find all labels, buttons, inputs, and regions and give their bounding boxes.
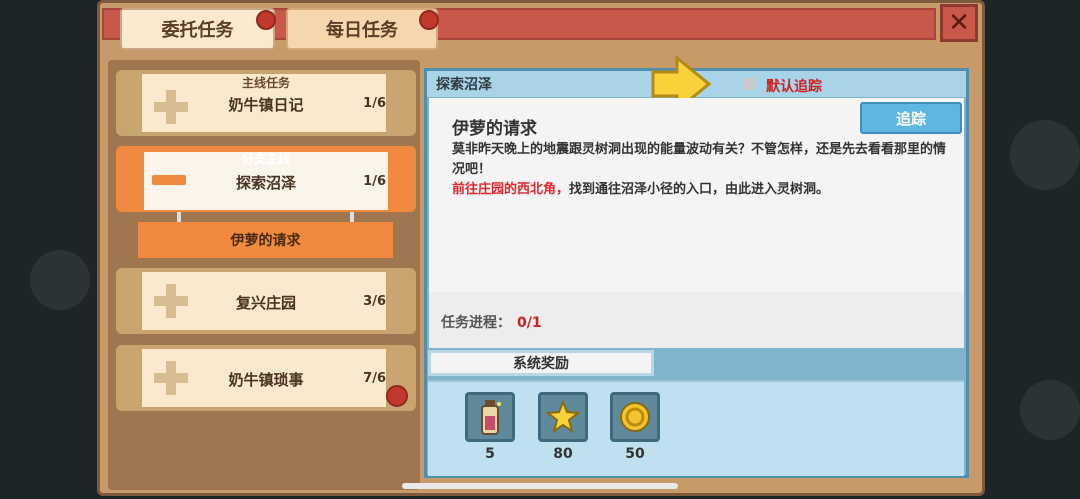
- reward-count: 5: [485, 446, 495, 462]
- star-icon: [546, 400, 580, 434]
- detail-header-title: 探索沼泽: [436, 77, 492, 93]
- quest-item[interactable]: 复兴庄园 3/6: [116, 268, 416, 334]
- progress-label: 任务进程：: [441, 315, 511, 331]
- quest-count: 7/6: [363, 371, 386, 386]
- notification-dot: [386, 385, 408, 407]
- tab-label: 委托任务: [161, 20, 234, 41]
- notification-dot: [256, 10, 276, 30]
- reward-count: 80: [553, 446, 573, 462]
- quest-count: 1/6: [363, 174, 386, 189]
- notification-dot: [419, 10, 439, 30]
- scrollbar[interactable]: [402, 483, 678, 489]
- quest-progress: 任务进程： 0/1: [441, 312, 542, 332]
- connector: [177, 212, 181, 222]
- reward-tab[interactable]: 系统奖励: [428, 350, 654, 376]
- description-highlight: 前往庄园的西北角，: [452, 182, 570, 197]
- sub-quest-label: 伊萝的请求: [230, 233, 301, 249]
- background-bush: [1010, 120, 1080, 190]
- potion-bottle-icon: [481, 400, 501, 435]
- default-track-label: 默认追踪: [766, 79, 822, 95]
- quest-item[interactable]: 奶牛镇琐事 7/6: [116, 345, 416, 411]
- quest-item-selected[interactable]: 分支主线 探索沼泽 1/6: [116, 146, 416, 212]
- connector: [350, 212, 354, 222]
- tab-daily-quests[interactable]: 每日任务: [286, 8, 438, 50]
- close-button[interactable]: ✕: [940, 4, 978, 42]
- reward-item[interactable]: [465, 392, 515, 442]
- default-track-checkbox[interactable]: [744, 78, 756, 90]
- tab-commission-quests[interactable]: 委托任务: [120, 8, 275, 50]
- reward-count: 50: [625, 446, 645, 462]
- gold-coin-icon: [620, 402, 650, 432]
- reward-tab-label: 系统奖励: [513, 356, 569, 372]
- sub-quest-button[interactable]: 伊萝的请求: [138, 222, 393, 258]
- track-button[interactable]: 追踪: [860, 102, 962, 134]
- background-bush: [30, 250, 90, 310]
- tab-label: 每日任务: [326, 20, 398, 41]
- description-text: 找到通往沼泽小径的入口，由此进入灵树洞。: [569, 182, 830, 197]
- quest-tag: 分支主线: [241, 152, 290, 166]
- quest-count: 1/6: [363, 96, 386, 111]
- progress-value: 0/1: [517, 315, 542, 331]
- quest-title: 伊萝的请求: [452, 119, 537, 139]
- quest-count: 3/6: [363, 294, 386, 309]
- background-bush: [1020, 380, 1080, 440]
- quest-description: 莫非昨天晚上的地震跟灵树洞出现的能量波动有关？不管怎样，还是先去看看那里的情况吧…: [452, 140, 952, 200]
- quest-item[interactable]: 主线任务 奶牛镇日记 1/6: [116, 70, 416, 136]
- quest-tag: 主线任务: [241, 76, 290, 90]
- reward-item[interactable]: [610, 392, 660, 442]
- track-button-label: 追踪: [895, 109, 926, 128]
- close-icon: ✕: [948, 8, 970, 38]
- description-text: 莫非昨天晚上的地震跟灵树洞出现的能量波动有关？不管怎样，还是先去看看那里的情况吧…: [452, 142, 947, 177]
- reward-item[interactable]: [538, 392, 588, 442]
